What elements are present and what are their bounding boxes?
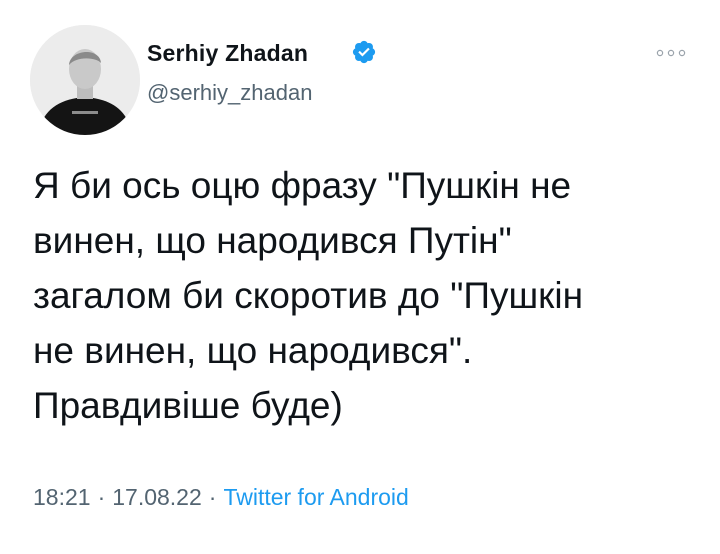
more-horizontal-icon <box>656 49 686 57</box>
tweet-source-link[interactable]: Twitter for Android <box>223 484 408 510</box>
author-display-name[interactable]: Serhiy Zhadan <box>147 40 308 67</box>
verified-badge-icon <box>352 40 376 64</box>
separator: · <box>97 484 106 510</box>
profile-photo-icon <box>30 25 140 135</box>
more-options-button[interactable] <box>651 38 691 68</box>
tweet-text: Я би ось оцю фразу "Пушкін не винен, що … <box>33 165 584 426</box>
author-handle[interactable]: @serhiy_zhadan <box>147 80 312 106</box>
tweet-metadata: 18:21 · 17.08.22 · Twitter for Android <box>33 484 409 511</box>
separator: · <box>208 484 217 510</box>
tweet-card: Serhiy Zhadan @serhiy_zhadan Я би ось оц… <box>0 0 720 554</box>
avatar[interactable] <box>30 25 140 135</box>
tweet-time[interactable]: 18:21 <box>33 484 91 510</box>
tweet-date[interactable]: 17.08.22 <box>112 484 202 510</box>
